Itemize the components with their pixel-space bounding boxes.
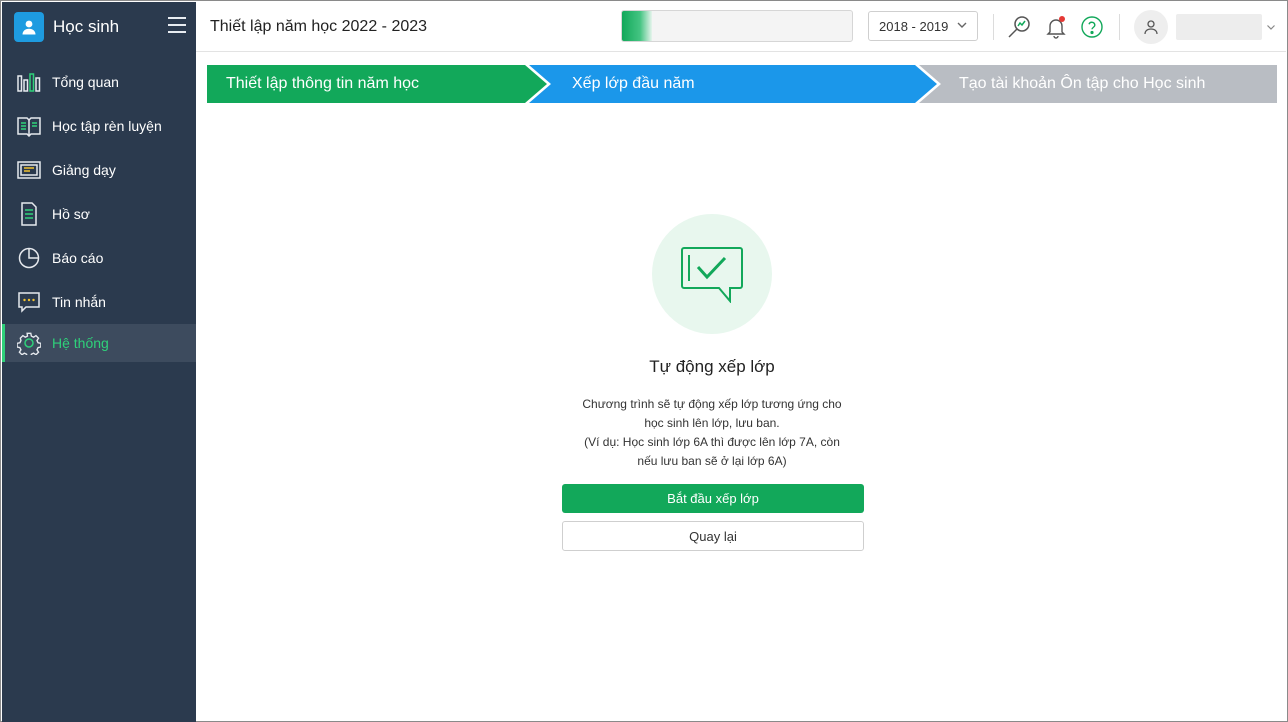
school-year-value: 2018 - 2019 — [879, 18, 949, 34]
notification-bell-icon[interactable] — [1042, 13, 1070, 41]
description-line: Chương trình sẽ tự động xếp lớp tương ứn… — [582, 397, 842, 411]
step-xep-lop-dau-nam[interactable]: Xếp lớp đầu năm — [529, 65, 937, 103]
setup-stepper: Thiết lập thông tin năm học Xếp lớp đầu … — [207, 65, 1277, 103]
sidebar-item-label: Học tập rèn luyện — [52, 118, 162, 134]
content-title: Tự động xếp lớp — [649, 357, 775, 376]
page-title: Thiết lập năm học 2022 - 2023 — [210, 17, 428, 35]
chevron-down-icon — [956, 19, 968, 34]
sidebar-nav: Tổng quan Học tập rèn luyện Giảng dạy Hồ… — [2, 60, 196, 362]
content-description: Chương trình sẽ tự động xếp lớp tương ứn… — [541, 395, 883, 471]
header-divider — [993, 14, 994, 40]
top-header: Thiết lập năm học 2022 - 2023 2018 - 201… — [196, 2, 1286, 52]
sidebar-item-giang-day[interactable]: Giảng dạy — [2, 148, 196, 192]
chevron-down-icon[interactable] — [1266, 19, 1276, 37]
bar-chart-icon — [16, 69, 42, 95]
description-line: học sinh lên lớp, lưu ban. — [644, 416, 780, 430]
pie-chart-icon — [16, 245, 42, 271]
sidebar-item-label: Tin nhắn — [52, 294, 106, 310]
document-icon — [16, 201, 42, 227]
start-arrange-button[interactable]: Bắt đầu xếp lớp — [562, 484, 864, 513]
gear-icon — [16, 330, 42, 356]
student-logo-icon — [14, 12, 44, 42]
sidebar-item-tong-quan[interactable]: Tổng quan — [2, 60, 196, 104]
hero-illustration — [652, 214, 772, 334]
step-tao-tai-khoan[interactable]: Tạo tài khoản Ôn tập cho Học sinh — [919, 65, 1277, 103]
message-icon — [16, 289, 42, 315]
sidebar: Học sinh Tổng quan Học tập rèn luyện Giả… — [2, 2, 196, 722]
app-title: Học sinh — [53, 17, 120, 36]
brand: Học sinh — [2, 2, 196, 52]
sidebar-item-bao-cao[interactable]: Báo cáo — [2, 236, 196, 280]
sidebar-item-label: Giảng dạy — [52, 162, 116, 178]
step-thiet-lap-thong-tin[interactable]: Thiết lập thông tin năm học — [207, 65, 547, 103]
sidebar-item-label: Hệ thống — [52, 335, 109, 351]
step-label: Xếp lớp đầu năm — [572, 75, 695, 92]
school-year-select[interactable]: 2018 - 2019 — [868, 11, 978, 41]
setup-progress-bar — [621, 10, 853, 42]
sidebar-item-label: Tổng quan — [52, 74, 119, 90]
sidebar-item-label: Hồ sơ — [52, 206, 90, 222]
back-button[interactable]: Quay lại — [562, 521, 864, 551]
menu-toggle-icon[interactable] — [168, 17, 186, 33]
step-label: Thiết lập thông tin năm học — [226, 75, 420, 92]
book-icon — [16, 113, 42, 139]
sidebar-item-ho-so[interactable]: Hồ sơ — [2, 192, 196, 236]
sidebar-item-label: Báo cáo — [52, 250, 104, 266]
header-divider — [1119, 14, 1120, 40]
sidebar-item-he-thong[interactable]: Hệ thống — [2, 324, 196, 362]
search-stats-icon[interactable] — [1005, 13, 1033, 41]
board-icon — [16, 157, 42, 183]
description-line: nếu lưu ban sẽ ở lại lớp 6A) — [637, 454, 787, 468]
chat-check-icon — [681, 247, 743, 303]
user-name-placeholder[interactable] — [1176, 14, 1262, 40]
description-line: (Ví dụ: Học sinh lớp 6A thì được lên lớp… — [584, 435, 840, 449]
help-icon[interactable] — [1078, 13, 1106, 41]
avatar[interactable] — [1134, 10, 1168, 44]
sidebar-item-tin-nhan[interactable]: Tin nhắn — [2, 280, 196, 324]
progress-fill — [622, 11, 652, 41]
sidebar-item-hoc-tap[interactable]: Học tập rèn luyện — [2, 104, 196, 148]
step-label: Tạo tài khoản Ôn tập cho Học sinh — [959, 75, 1206, 92]
